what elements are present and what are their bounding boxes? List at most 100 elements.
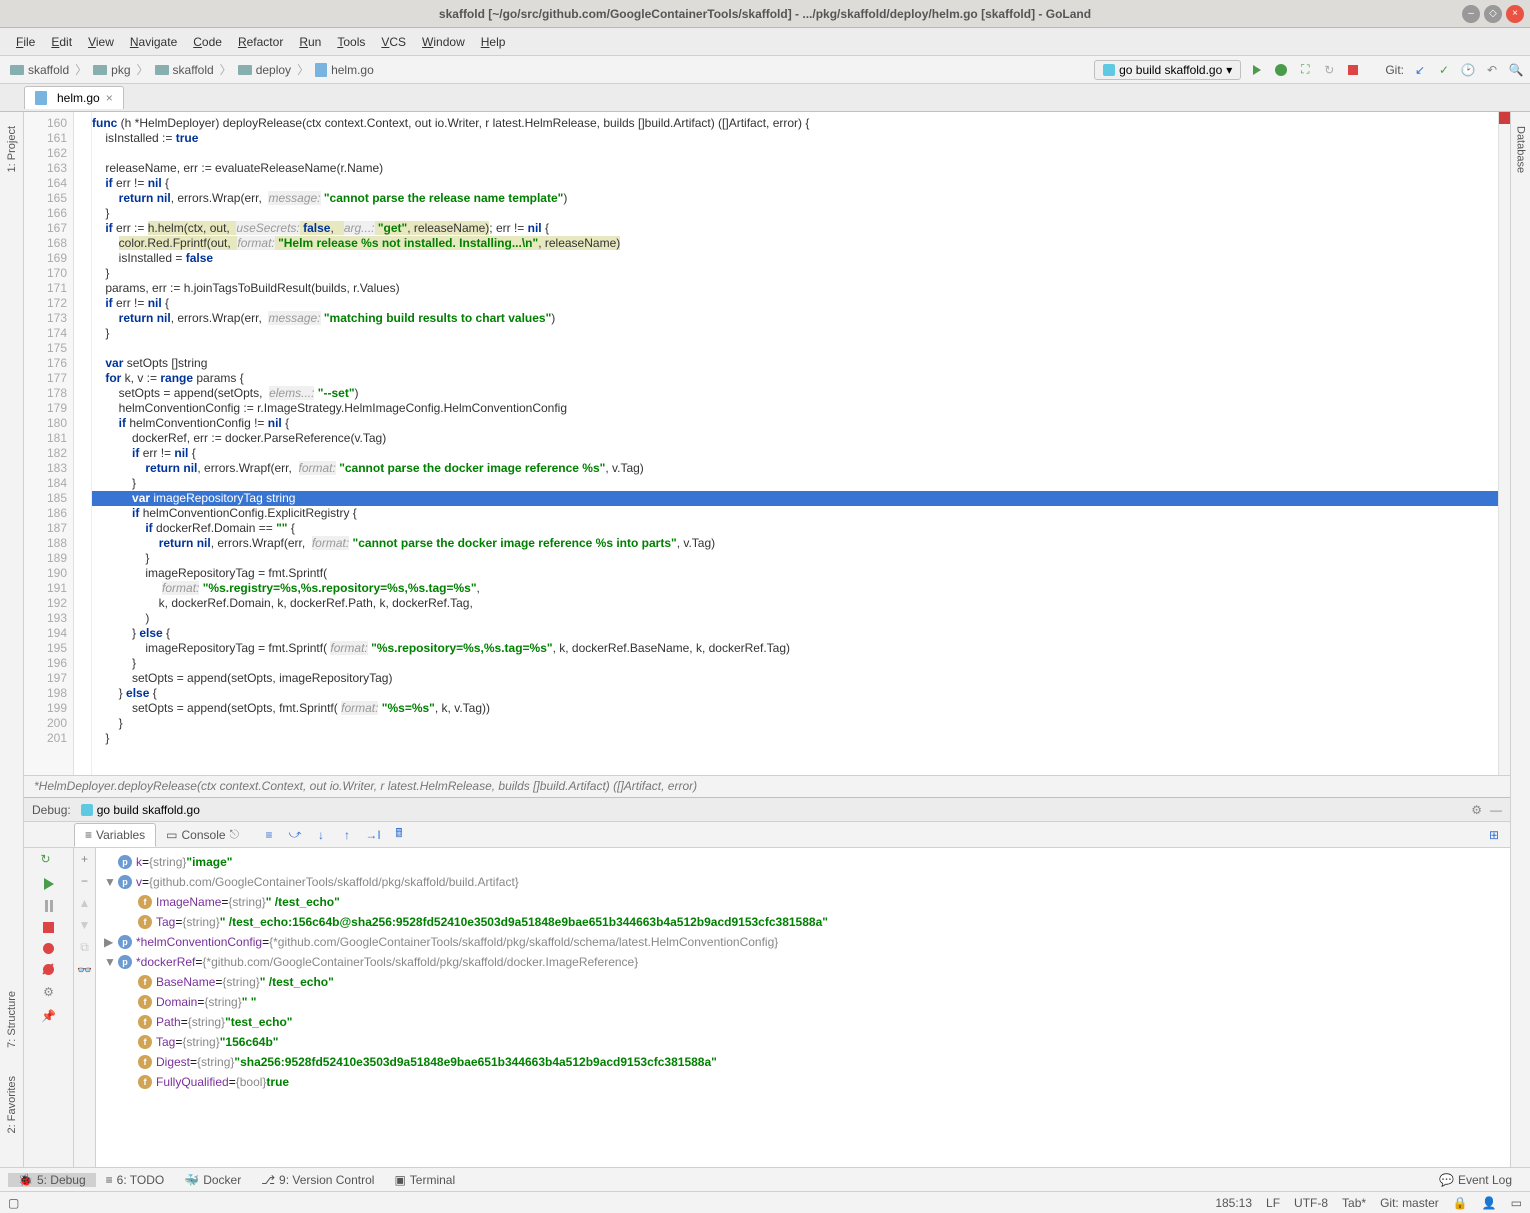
- menu-window[interactable]: Window: [414, 35, 473, 49]
- evaluate-icon[interactable]: 🖩: [391, 827, 407, 843]
- variable-row[interactable]: ▶p*helmConventionConfig = {*github.com/G…: [96, 932, 1510, 952]
- code-editor[interactable]: 1601611621631641651661671681691701711721…: [24, 112, 1510, 775]
- step-over-icon[interactable]: ⤻: [287, 827, 303, 843]
- code-area[interactable]: func (h *HelmDeployer) deployRelease(ctx…: [92, 112, 1498, 775]
- menu-refactor[interactable]: Refactor: [230, 35, 291, 49]
- step-out-icon[interactable]: ↑: [339, 827, 355, 843]
- todo-tool-button[interactable]: ≡6: TODO: [96, 1173, 175, 1187]
- expand-icon[interactable]: ▼: [104, 875, 118, 889]
- tab-console[interactable]: ▭ Console ⎋: [156, 823, 249, 846]
- menu-run[interactable]: Run: [291, 35, 329, 49]
- profile-button[interactable]: ↻: [1321, 62, 1337, 78]
- glasses-icon[interactable]: 👓: [77, 963, 92, 977]
- variable-row[interactable]: fTag = {string} " /test_echo:156c64b@sha…: [96, 912, 1510, 932]
- var-value: "sha256:9528fd52410e3503d9a51848e9bae651…: [234, 1055, 716, 1069]
- eventlog-button[interactable]: 💬Event Log: [1429, 1173, 1522, 1187]
- debug-tool-button[interactable]: 🐞5: Debug: [8, 1173, 96, 1187]
- vcs-tool-button[interactable]: ⎇9: Version Control: [251, 1173, 384, 1187]
- search-button[interactable]: 🔍: [1508, 62, 1524, 78]
- variable-row[interactable]: fTag = {string} "156c64b": [96, 1032, 1510, 1052]
- menu-view[interactable]: View: [80, 35, 122, 49]
- variable-row[interactable]: pk = {string} "image": [96, 852, 1510, 872]
- variable-row[interactable]: fPath = {string} "test_echo": [96, 1012, 1510, 1032]
- terminal-tool-button[interactable]: ▣Terminal: [384, 1173, 465, 1187]
- variable-row[interactable]: ▼pv = {github.com/GoogleContainerTools/s…: [96, 872, 1510, 892]
- add-watch-button[interactable]: +: [81, 852, 88, 866]
- pin-icon[interactable]: 📌: [41, 1009, 56, 1023]
- settings-icon[interactable]: ⚙: [43, 985, 54, 999]
- restore-layout-icon[interactable]: ⊞: [1486, 827, 1502, 843]
- variable-row[interactable]: fDigest = {string} "sha256:9528fd52410e3…: [96, 1052, 1510, 1072]
- copy-button[interactable]: ⧉: [80, 940, 89, 955]
- minimize-icon[interactable]: —: [1490, 803, 1502, 817]
- structure-tool-tab[interactable]: 7: Structure: [4, 987, 20, 1052]
- file-tab[interactable]: helm.go ×: [24, 86, 124, 109]
- coverage-button[interactable]: ⛶: [1297, 62, 1313, 78]
- view-breakpoints-button[interactable]: [43, 943, 54, 954]
- breadcrumb-item[interactable]: deploy: [234, 63, 295, 77]
- menu-tools[interactable]: Tools: [329, 35, 373, 49]
- indent[interactable]: Tab*: [1342, 1196, 1366, 1210]
- variables-tree[interactable]: pk = {string} "image"▼pv = {github.com/G…: [96, 848, 1510, 1167]
- breadcrumb-item[interactable]: helm.go: [311, 63, 378, 77]
- project-tool-tab[interactable]: 1: Project: [4, 122, 20, 176]
- tab-console-label: Console: [182, 828, 226, 842]
- breadcrumb-item[interactable]: skaffold: [151, 63, 218, 77]
- close-button[interactable]: ×: [1506, 5, 1524, 23]
- menu-help[interactable]: Help: [473, 35, 514, 49]
- stop-button[interactable]: [1345, 62, 1361, 78]
- menu-file[interactable]: File: [8, 35, 43, 49]
- pause-button[interactable]: [45, 900, 53, 912]
- vcs-revert-button[interactable]: ↶: [1484, 62, 1500, 78]
- variable-row[interactable]: fFullyQualified = {bool} true: [96, 1072, 1510, 1092]
- vcs-commit-button[interactable]: ✓: [1436, 62, 1452, 78]
- variable-row[interactable]: fImageName = {string} " /test_echo": [96, 892, 1510, 912]
- hector-icon[interactable]: 👤: [1482, 1196, 1497, 1210]
- docker-tool-button[interactable]: 🐳Docker: [174, 1173, 251, 1187]
- menu-edit[interactable]: Edit: [43, 35, 80, 49]
- minimize-button[interactable]: –: [1462, 5, 1480, 23]
- menu-code[interactable]: Code: [185, 35, 230, 49]
- up-button[interactable]: ▲: [79, 896, 91, 910]
- expand-icon[interactable]: ▼: [104, 955, 118, 969]
- run-button[interactable]: [1249, 62, 1265, 78]
- fold-column[interactable]: [74, 112, 92, 775]
- vcs-update-button[interactable]: ↙: [1412, 62, 1428, 78]
- show-frames-icon[interactable]: ≡: [261, 827, 277, 843]
- menu-navigate[interactable]: Navigate: [122, 35, 185, 49]
- down-button[interactable]: ▼: [79, 918, 91, 932]
- breadcrumb-item[interactable]: skaffold: [6, 63, 73, 77]
- error-marker[interactable]: [1499, 112, 1510, 124]
- menu-vcs[interactable]: VCS: [373, 35, 414, 49]
- variable-row[interactable]: fBaseName = {string} " /test_echo": [96, 972, 1510, 992]
- encoding[interactable]: UTF-8: [1294, 1196, 1328, 1210]
- tab-variables[interactable]: ≡ Variables: [74, 823, 156, 847]
- rerun-button[interactable]: ↻: [41, 852, 57, 868]
- lock-icon[interactable]: 🔒: [1453, 1196, 1468, 1210]
- memory-icon[interactable]: ▭: [1511, 1196, 1522, 1210]
- resume-button[interactable]: [44, 878, 54, 890]
- vcs-history-button[interactable]: 🕑: [1460, 62, 1476, 78]
- run-to-cursor-icon[interactable]: →I: [365, 827, 381, 843]
- variable-row[interactable]: ▼p*dockerRef = {*github.com/GoogleContai…: [96, 952, 1510, 972]
- breadcrumb-item[interactable]: pkg: [89, 63, 134, 77]
- line-separator[interactable]: LF: [1266, 1196, 1280, 1210]
- maximize-button[interactable]: ◇: [1484, 5, 1502, 23]
- mute-breakpoints-button[interactable]: [43, 964, 54, 975]
- favorites-tool-tab[interactable]: 2: Favorites: [4, 1072, 20, 1137]
- database-tool-tab[interactable]: Database: [1513, 122, 1529, 177]
- toolwindow-button[interactable]: ▢: [8, 1196, 19, 1210]
- debug-button[interactable]: [1273, 62, 1289, 78]
- run-config-combo[interactable]: go build skaffold.go ▾: [1094, 60, 1241, 80]
- gear-icon[interactable]: ⚙: [1471, 803, 1482, 817]
- caret-position[interactable]: 185:13: [1215, 1196, 1252, 1210]
- expand-icon[interactable]: ▶: [104, 935, 118, 949]
- remove-watch-button[interactable]: −: [81, 874, 88, 888]
- step-into-icon[interactable]: ↓: [313, 827, 329, 843]
- git-branch[interactable]: Git: master: [1380, 1196, 1439, 1210]
- variable-row[interactable]: fDomain = {string} " ": [96, 992, 1510, 1012]
- stop-button[interactable]: [43, 922, 54, 933]
- error-stripe[interactable]: [1498, 112, 1510, 775]
- var-value: " /test_echo": [260, 975, 334, 989]
- close-icon[interactable]: ×: [106, 91, 113, 105]
